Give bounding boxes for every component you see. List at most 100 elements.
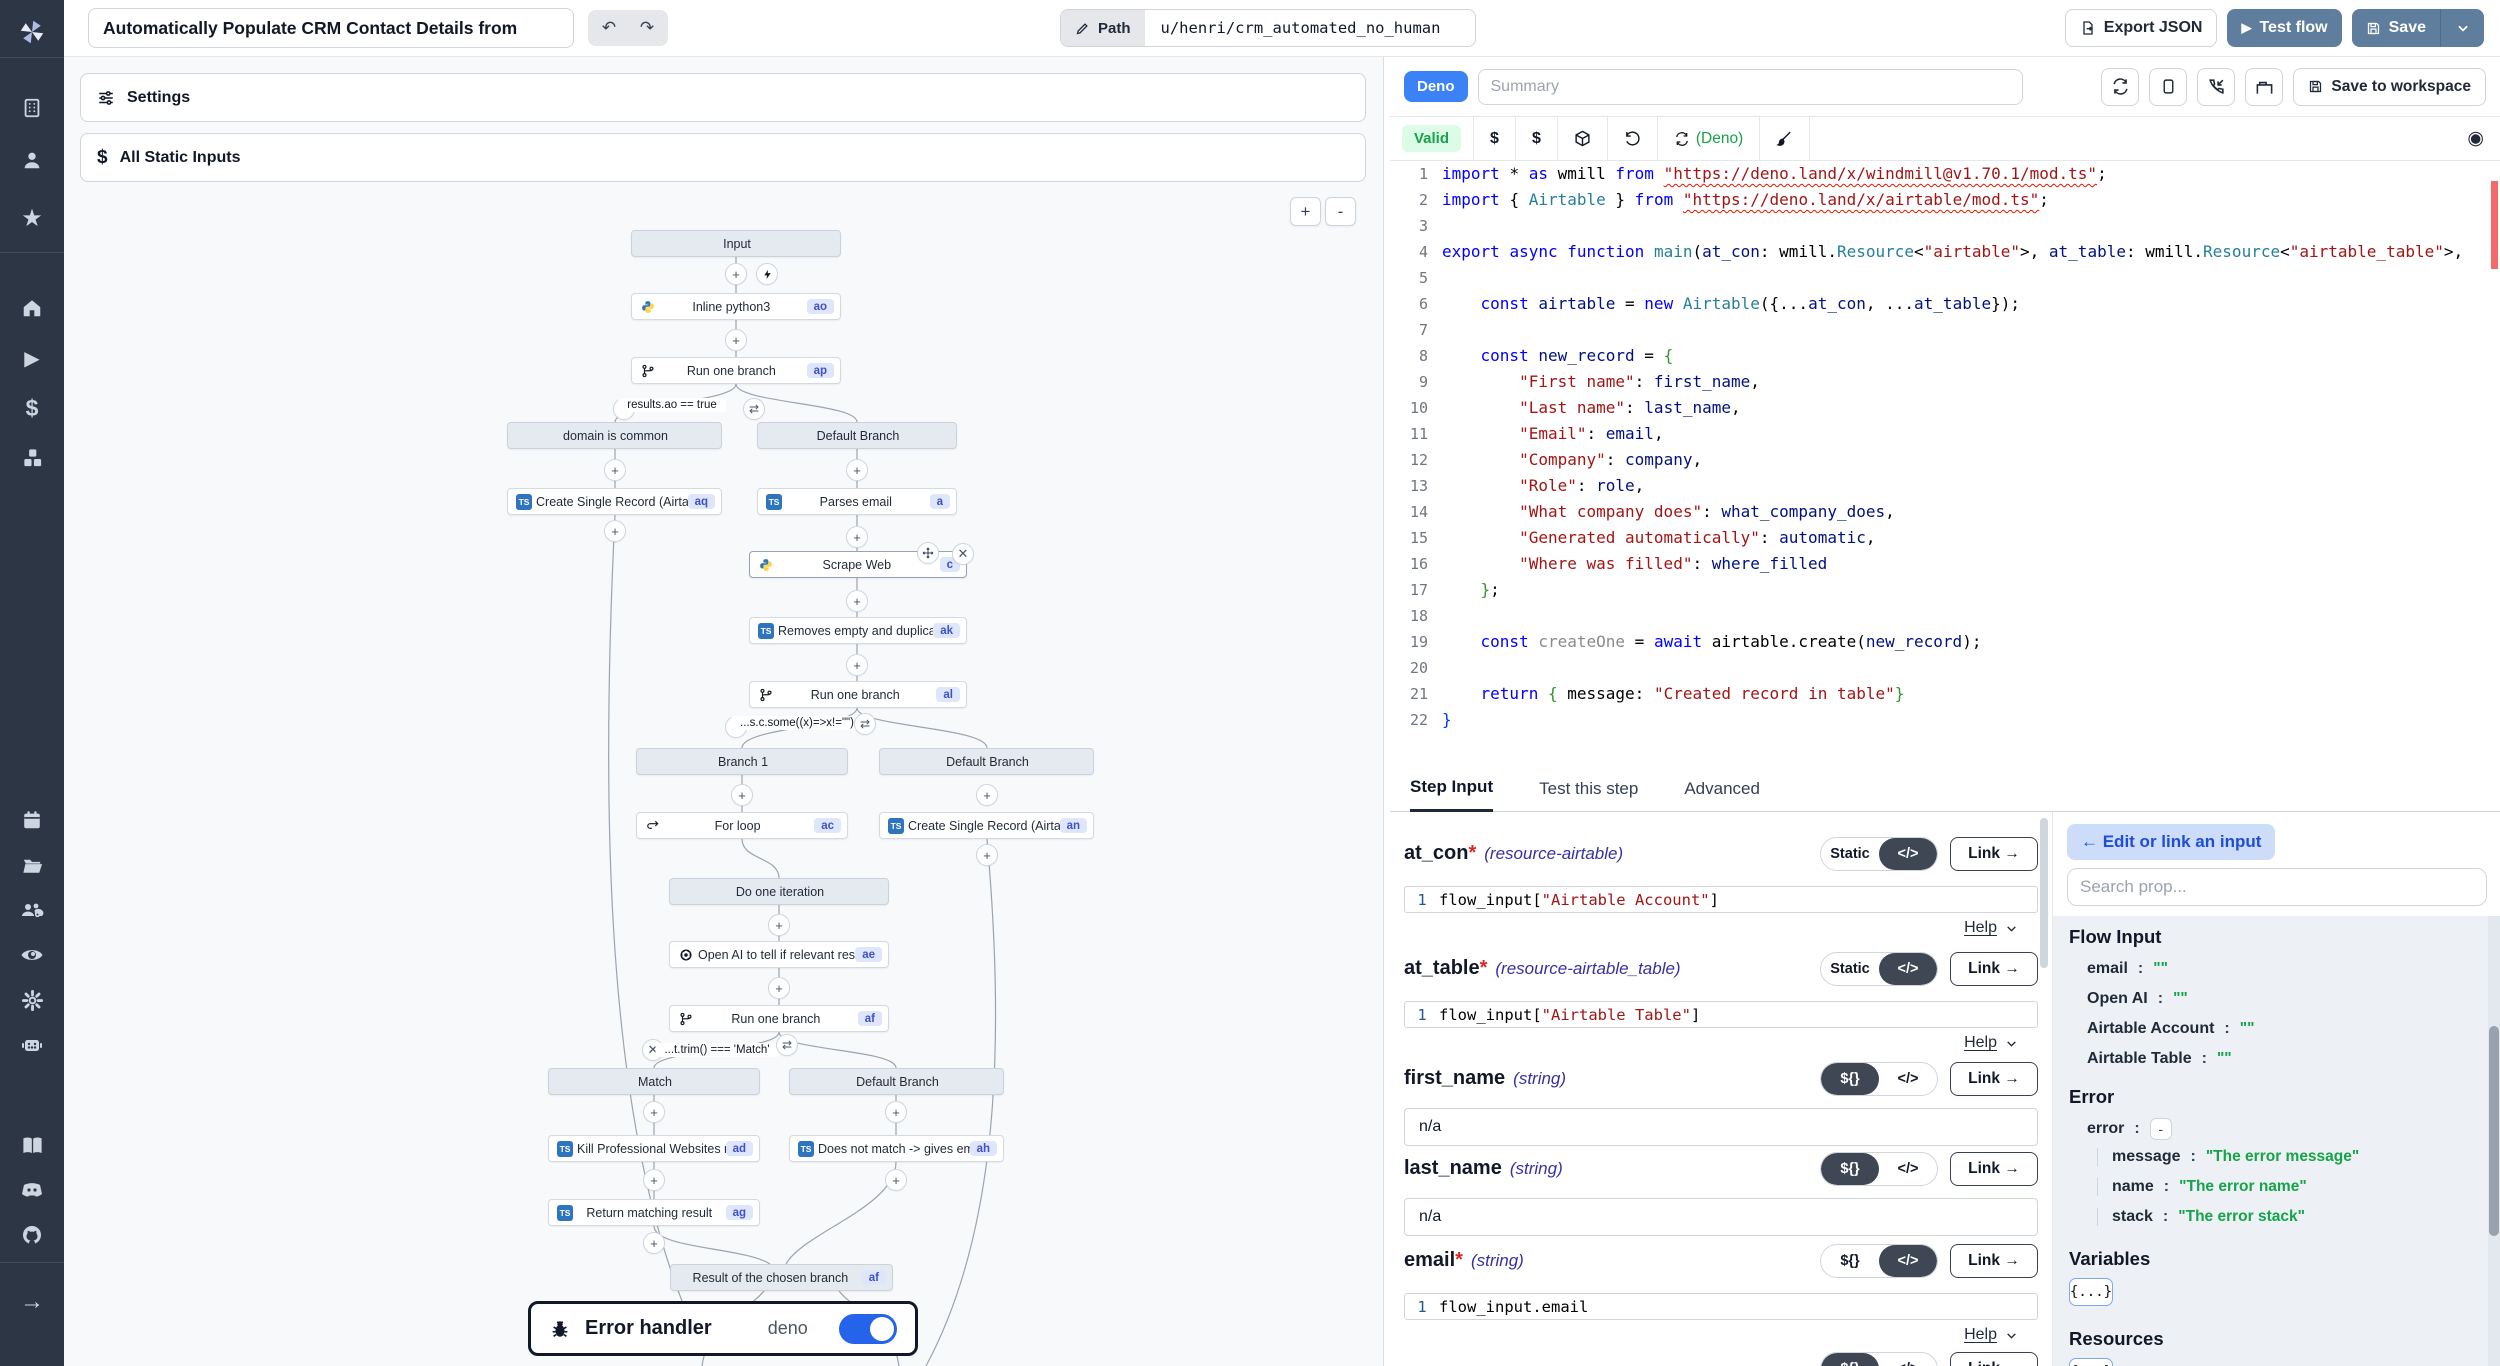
add-step-button[interactable]: + — [768, 977, 790, 999]
flow-node-parses-email[interactable]: TSParses emaila — [757, 488, 957, 515]
add-step-button[interactable]: + — [846, 654, 868, 676]
expr-editor-at_con[interactable]: 1flow_input["Airtable Account"] — [1404, 886, 2038, 913]
link-button-at_table[interactable]: Link → — [1950, 952, 2038, 986]
sidebar-audit-icon[interactable] — [0, 935, 64, 975]
flow-node-branch-1[interactable]: Branch 1 — [636, 748, 848, 775]
help-link-email[interactable]: Help — [1964, 1326, 2018, 1344]
error-handler-node[interactable]: Error handler deno — [528, 1301, 918, 1356]
flow-node-run-one-branch[interactable]: Run one branchal — [749, 681, 967, 708]
env-variable-icon[interactable]: $ — [1474, 117, 1515, 161]
sidebar-groups-icon[interactable] — [0, 890, 64, 930]
prop-row-name[interactable]: name:"The error name" — [2097, 1178, 2307, 1196]
add-step-button[interactable]: + — [731, 784, 753, 806]
toggle-static[interactable]: Static — [1821, 953, 1879, 985]
webhook-call-icon[interactable] — [2197, 68, 2235, 106]
toggle-code[interactable]: </> — [1879, 1245, 1937, 1277]
add-step-button[interactable]: + — [643, 1101, 665, 1123]
redo-button[interactable]: ↷ — [630, 14, 664, 42]
help-link-at_table[interactable]: Help — [1964, 1034, 2018, 1052]
zoom-in-button[interactable]: + — [1290, 197, 1321, 226]
flow-node-return-matching-result[interactable]: TSReturn matching resultag — [548, 1199, 760, 1226]
link-button-first_name[interactable]: Link → — [1950, 1062, 2038, 1096]
value-input-first_name[interactable]: n/a — [1404, 1108, 2038, 1146]
flow-node-create-single-record-airtable-[interactable]: TSCreate Single Record (Airtable)aq — [507, 488, 722, 515]
flow-node-default-branch[interactable]: Default Branch — [757, 422, 957, 449]
link-button-at_con[interactable]: Link → — [1950, 837, 2038, 871]
flow-node-default-branch[interactable]: Default Branch — [789, 1068, 1004, 1095]
form-scrollbar[interactable] — [2040, 818, 2048, 968]
input-mode-toggle-email[interactable]: ${}</> — [1820, 1244, 1938, 1278]
link-button-last_name[interactable]: Link → — [1950, 1152, 2038, 1186]
contextual-variable-icon[interactable]: $ — [1516, 117, 1557, 161]
reload-script-icon[interactable] — [2101, 68, 2139, 106]
toggle-code[interactable]: </> — [1879, 1353, 1937, 1366]
sidebar-home-icon[interactable] — [0, 288, 64, 328]
sidebar-github-icon[interactable] — [0, 1215, 64, 1255]
flow-settings-bar[interactable]: Settings — [80, 73, 1366, 122]
resources-expand-button[interactable]: {...} — [2069, 1358, 2113, 1366]
sidebar-resources-icon[interactable] — [0, 438, 64, 478]
sidebar-workspace-icon[interactable] — [0, 88, 64, 128]
link-button-next[interactable]: Link → — [1950, 1352, 2038, 1366]
error-handler-toggle[interactable] — [839, 1314, 897, 1344]
add-step-button[interactable]: + — [976, 844, 998, 866]
add-step-button[interactable]: + — [643, 1169, 665, 1191]
undo-button[interactable]: ↶ — [592, 14, 626, 42]
flow-node-input[interactable]: Input — [631, 230, 841, 257]
diff-view-icon[interactable] — [2149, 68, 2187, 106]
trigger-bolt-icon[interactable] — [756, 263, 778, 285]
prop-row-email[interactable]: email:"" — [2087, 960, 2168, 978]
input-mode-toggle-at_table[interactable]: Static</> — [1820, 952, 1938, 986]
flow-node-kill-professional-websites-mentions[interactable]: TSKill Professional Websites mentionsad — [548, 1135, 760, 1162]
reset-icon[interactable] — [1608, 117, 1657, 161]
sidebar-favorites-icon[interactable]: ★ — [0, 198, 64, 238]
add-step-button[interactable]: + — [846, 526, 868, 548]
flow-node-result-of-the-chosen-branch[interactable]: Result of the chosen branchaf — [670, 1264, 893, 1291]
add-step-button[interactable]: + — [768, 914, 790, 936]
flow-node-inline-python3[interactable]: Inline python3ao — [631, 293, 841, 320]
summary-input[interactable] — [1478, 69, 2023, 105]
prop-row-stack[interactable]: stack:"The error stack" — [2097, 1208, 2305, 1226]
value-input-last_name[interactable]: n/a — [1404, 1198, 2038, 1236]
tab-advanced[interactable]: Advanced — [1684, 779, 1760, 811]
all-static-inputs-bar[interactable]: $ All Static Inputs — [80, 133, 1366, 182]
flow-title-input[interactable]: Automatically Populate CRM Contact Detai… — [88, 8, 574, 48]
flow-node-default-branch[interactable]: Default Branch — [879, 748, 1094, 775]
flow-node-match[interactable]: Match — [548, 1068, 760, 1095]
add-step-button[interactable]: + — [846, 459, 868, 481]
variables-expand-button[interactable]: {...} — [2069, 1278, 2113, 1306]
add-step-button[interactable]: + — [846, 590, 868, 612]
format-brush-icon[interactable] — [1760, 117, 1809, 161]
swap-branches-icon[interactable]: ⇄ — [743, 398, 765, 420]
package-icon[interactable] — [1558, 117, 1607, 161]
flow-canvas[interactable]: InputInline python3aoRun one branchapdom… — [64, 57, 1384, 1366]
expr-editor-at_table[interactable]: 1flow_input["Airtable Table"] — [1404, 1001, 2038, 1028]
export-json-button[interactable]: Export JSON — [2065, 9, 2218, 47]
flow-node-create-single-record-airtable-[interactable]: TSCreate Single Record (Airtable)an — [879, 812, 1094, 839]
toggle-static[interactable]: Static — [1821, 838, 1879, 870]
sidebar-user-icon[interactable] — [0, 140, 64, 180]
add-step-button[interactable]: + — [725, 263, 747, 285]
prop-search-input[interactable] — [2067, 868, 2487, 906]
toggle-static[interactable]: ${} — [1821, 1353, 1879, 1366]
expr-editor-email[interactable]: 1flow_input.email — [1404, 1293, 2038, 1320]
add-step-button[interactable]: + — [976, 784, 998, 806]
delete-step-icon[interactable]: ✕ — [952, 543, 974, 565]
path-value[interactable]: u/henri/crm_automated_no_human — [1145, 10, 1475, 46]
input-mode-toggle-last_name[interactable]: ${}</> — [1820, 1152, 1938, 1186]
flow-node-run-one-branch[interactable]: Run one branchaf — [669, 1005, 889, 1032]
language-badge[interactable]: Deno — [1404, 71, 1468, 102]
prop-row-error[interactable]: error:- — [2087, 1118, 2172, 1140]
tab-test-this-step[interactable]: Test this step — [1539, 779, 1638, 811]
sidebar-settings-icon[interactable] — [0, 980, 64, 1020]
sidebar-runs-icon[interactable]: ▶ — [0, 338, 64, 378]
swap-branches-icon[interactable]: ⇄ — [776, 1034, 798, 1056]
toggle-code[interactable]: </> — [1879, 1153, 1937, 1185]
expand-editor-icon[interactable] — [2245, 68, 2283, 106]
toggle-code[interactable]: </> — [1879, 953, 1937, 985]
toggle-static[interactable]: ${} — [1821, 1063, 1879, 1095]
flow-node-does-not-match-gives-empty-value[interactable]: TSDoes not match -> gives empty valueah — [789, 1135, 1004, 1162]
prop-scrollbar-thumb[interactable] — [2489, 1026, 2499, 1236]
save-button[interactable]: Save — [2352, 9, 2440, 47]
flow-node-run-one-branch[interactable]: Run one branchap — [631, 357, 841, 384]
